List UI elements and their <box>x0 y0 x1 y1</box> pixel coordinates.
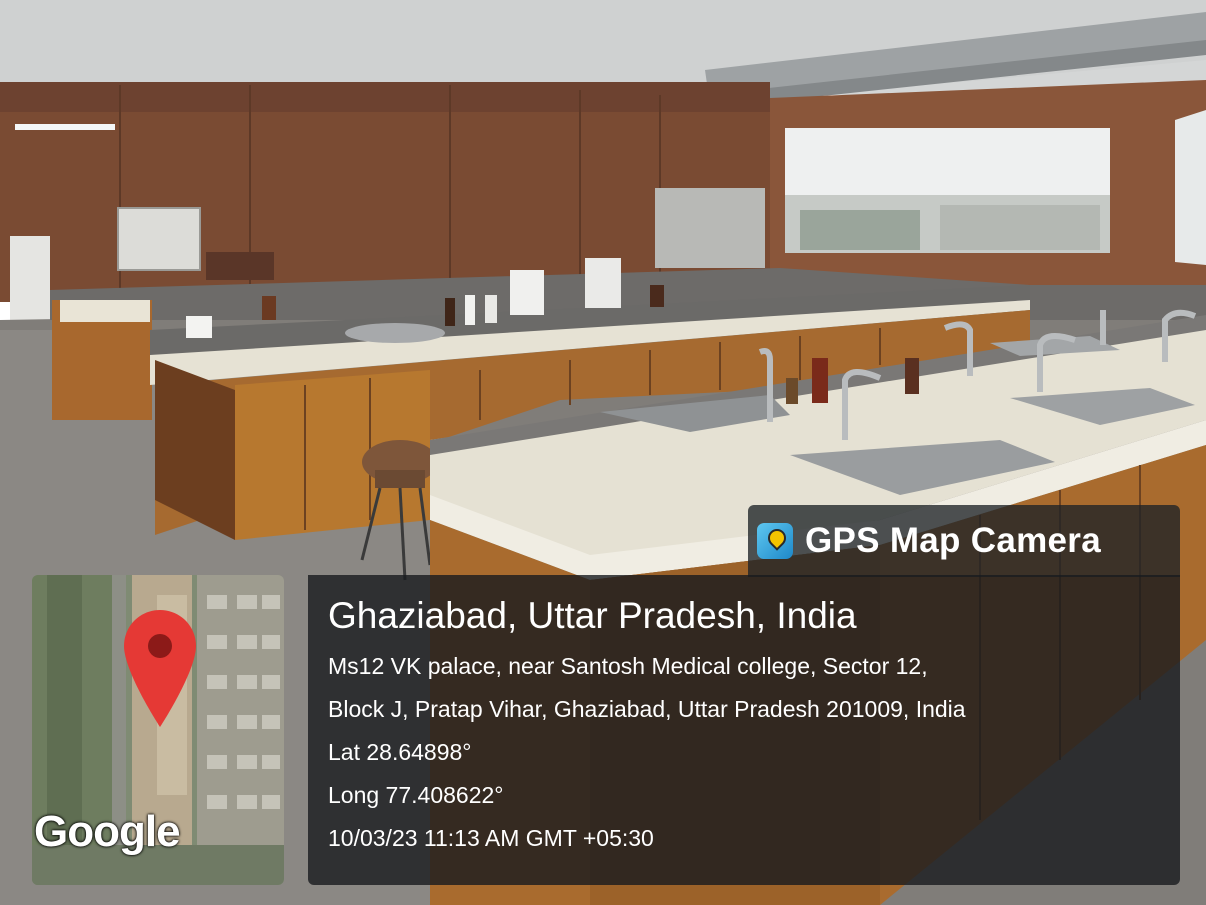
gps-map-camera-logo-icon <box>757 523 793 559</box>
location-map-thumbnail: Google <box>32 575 284 885</box>
longitude: Long 77.408622° <box>328 782 504 808</box>
location-city: Ghaziabad, Uttar Pradesh, India <box>328 595 857 636</box>
address-line-2: Block J, Pratap Vihar, Ghaziabad, Uttar … <box>328 696 966 722</box>
latitude: Lat 28.64898° <box>328 739 472 765</box>
google-logo: Google <box>34 807 181 856</box>
location-info-panel: Ghaziabad, Uttar Pradesh, India Ms12 VK … <box>308 575 1180 885</box>
app-name: GPS Map Camera <box>805 521 1101 560</box>
address-line-1: Ms12 VK palace, near Santosh Medical col… <box>328 653 928 679</box>
timestamp: 10/03/23 11:13 AM GMT +05:30 <box>328 825 654 851</box>
gps-map-camera-badge: GPS Map Camera <box>748 505 1180 577</box>
